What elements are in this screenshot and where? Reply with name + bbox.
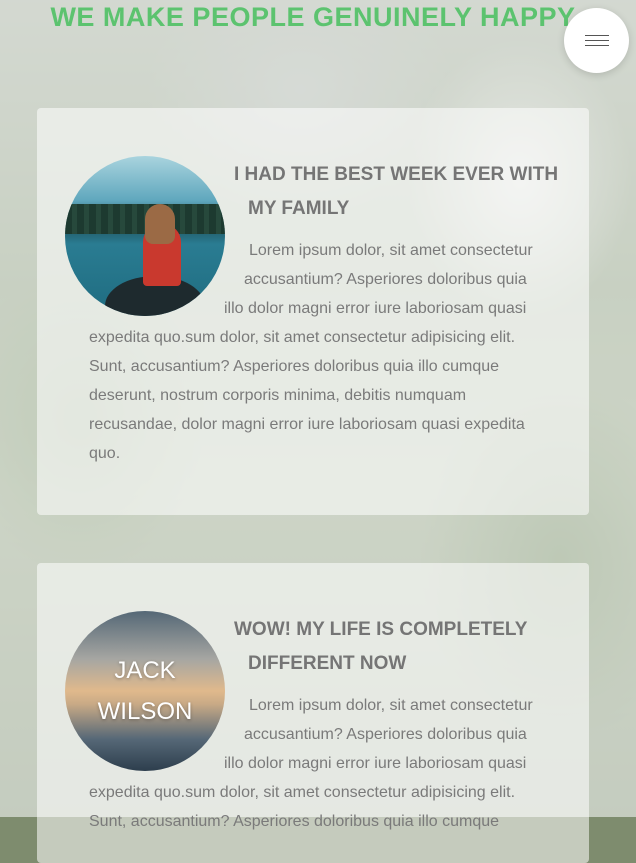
avatar-name-line: WILSON <box>97 698 193 725</box>
testimonial-title-line: WOW! MY LIFE IS COMPLETELY <box>234 619 528 640</box>
testimonial-title: WOW! MY LIFE IS COMPLETELY DIFFERENT NOW <box>234 613 564 681</box>
avatar-name-line: JACK <box>114 657 176 684</box>
testimonial-title-line: MY FAMILY <box>248 198 350 219</box>
hamburger-icon <box>584 31 609 50</box>
avatar <box>65 156 225 316</box>
testimonial-text-line: accusantium? Asperiores doloribus quia <box>244 726 527 743</box>
testimonial-text-line: expedita quo.sum dolor, sit amet consect… <box>89 784 516 801</box>
testimonial-text-line: quo. <box>89 445 121 462</box>
testimonial-text-line: Lorem ipsum dolor, sit amet consectetur <box>249 697 533 714</box>
testimonial-text-line: illo dolor magni error iure laboriosam q… <box>224 300 527 317</box>
testimonial-text-line: deserunt, nostrum corporis minima, debit… <box>89 387 467 404</box>
avatar-name: JACK WILSON <box>98 650 193 732</box>
avatar: JACK WILSON <box>65 611 225 771</box>
testimonial-text-line: accusantium? Asperiores doloribus quia <box>244 271 527 288</box>
testimonial-title-line: I HAD THE BEST WEEK EVER WITH <box>234 164 559 185</box>
testimonial-text-line: Sunt, accusantium? Asperiores doloribus … <box>89 813 500 830</box>
testimonial-text-line: expedita quo.sum dolor, sit amet consect… <box>89 329 516 346</box>
testimonial-text-line: Lorem ipsum dolor, sit amet consectetur <box>249 242 533 259</box>
testimonial-title: I HAD THE BEST WEEK EVER WITH MY FAMILY <box>234 158 564 226</box>
testimonial-card: JACK WILSON WOW! MY LIFE IS COMPLETELY D… <box>37 563 589 863</box>
testimonial-text-line: recusandae, dolor magni error iure labor… <box>89 416 525 433</box>
testimonial-text-line: illo dolor magni error iure laboriosam q… <box>224 755 527 772</box>
testimonial-text-line: Sunt, accusantium? Asperiores doloribus … <box>89 358 500 375</box>
page-headline: WE MAKE PEOPLE GENUINELY HAPPY <box>50 2 576 32</box>
testimonial-title-line: DIFFERENT NOW <box>248 653 407 674</box>
testimonial-card: I HAD THE BEST WEEK EVER WITH MY FAMILY … <box>37 108 589 515</box>
menu-button[interactable] <box>564 8 629 73</box>
